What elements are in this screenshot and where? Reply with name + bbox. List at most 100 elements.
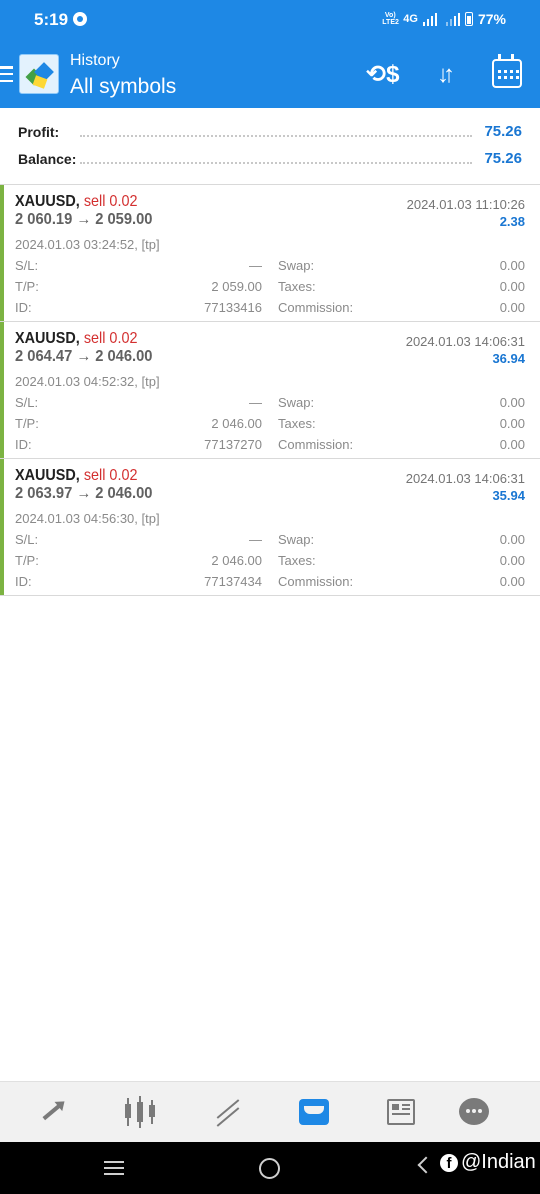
taxes-value: 0.00 bbox=[499, 553, 525, 568]
system-nav-bar: f @Indian bbox=[0, 1142, 540, 1194]
trade-icon[interactable] bbox=[210, 1094, 246, 1130]
deal-open-time: 2024.01.03 04:56:30, [tp] bbox=[15, 511, 160, 526]
swap-value: 0.00 bbox=[499, 395, 525, 410]
id-label: ID: bbox=[15, 437, 32, 452]
id-value: 77137270 bbox=[204, 437, 262, 452]
deal-profit: 2.38 bbox=[499, 214, 525, 229]
dotted-leader bbox=[80, 162, 472, 164]
id-label: ID: bbox=[15, 300, 32, 315]
chart-icon[interactable] bbox=[122, 1094, 158, 1130]
facebook-icon: f bbox=[440, 1153, 458, 1172]
sl-value: — bbox=[249, 532, 262, 547]
history-icon[interactable] bbox=[296, 1094, 332, 1130]
deal-profit: 35.94 bbox=[492, 488, 525, 503]
balance-row: Balance: 75.26 bbox=[0, 147, 540, 171]
battery-percent: 77% bbox=[477, 11, 506, 27]
chrome-icon bbox=[73, 12, 87, 26]
commission-value: 0.00 bbox=[499, 437, 525, 452]
deal-marker bbox=[0, 322, 4, 458]
deal-symbol: XAUUSD, bbox=[15, 193, 80, 210]
deal-open-time: 2024.01.03 04:52:32, [tp] bbox=[15, 374, 160, 389]
swap-value: 0.00 bbox=[499, 532, 525, 547]
currency-exchange-icon[interactable]: ⟲$ bbox=[366, 60, 399, 90]
deal-prices: 2 063.97 → 2 046.00 bbox=[15, 485, 153, 502]
deal-open-time: 2024.01.03 03:24:52, [tp] bbox=[15, 237, 160, 252]
deal-profit: 36.94 bbox=[492, 351, 525, 366]
commission-value: 0.00 bbox=[499, 574, 525, 589]
taxes-value: 0.00 bbox=[499, 279, 525, 294]
sl-value: — bbox=[249, 395, 262, 410]
volte-label: Vo) LTE2 bbox=[382, 12, 399, 26]
id-value: 77137434 bbox=[204, 574, 262, 589]
taxes-label: Taxes: bbox=[278, 279, 316, 294]
sl-label: S/L: bbox=[15, 395, 39, 410]
news-icon[interactable] bbox=[383, 1094, 419, 1130]
status-bar: 5:19 Vo) LTE2 4G 77% bbox=[0, 0, 540, 40]
deal-symbol-line: XAUUSD, sell 0.02 bbox=[15, 330, 137, 348]
deal-side: sell 0.02 bbox=[83, 193, 138, 210]
dotted-leader bbox=[80, 135, 472, 137]
watermark-text: @Indian bbox=[461, 1151, 536, 1173]
back-icon[interactable] bbox=[417, 1156, 435, 1174]
network-type: 4G bbox=[403, 13, 418, 25]
swap-label: Swap: bbox=[278, 395, 315, 410]
page-title[interactable]: All symbols bbox=[70, 75, 176, 99]
battery-icon bbox=[464, 12, 473, 26]
deal-prices: 2 060.19 → 2 059.00 bbox=[15, 211, 153, 228]
deal-close-time: 2024.01.03 14:06:31 bbox=[405, 334, 525, 349]
app-logo bbox=[19, 54, 59, 94]
sl-label: S/L: bbox=[15, 532, 39, 547]
deal-symbol: XAUUSD, bbox=[15, 467, 80, 484]
status-time: 5:19 bbox=[34, 10, 69, 29]
deal-item[interactable]: XAUUSD, sell 0.02 2 063.97 → 2 046.00 2024… bbox=[0, 459, 540, 596]
deal-symbol-line: XAUUSD, sell 0.02 bbox=[15, 193, 137, 211]
deal-symbol-line: XAUUSD, sell 0.02 bbox=[15, 467, 137, 485]
tp-value: 2 059.00 bbox=[211, 279, 262, 294]
deal-prices: 2 064.47 → 2 046.00 bbox=[15, 348, 153, 365]
sl-label: S/L: bbox=[15, 258, 39, 273]
chat-icon[interactable] bbox=[456, 1094, 492, 1130]
signal-icon bbox=[422, 12, 437, 26]
swap-label: Swap: bbox=[278, 532, 315, 547]
watermark: f @Indian bbox=[440, 1151, 536, 1174]
taxes-value: 0.00 bbox=[499, 416, 525, 431]
deal-marker bbox=[0, 185, 4, 321]
commission-value: 0.00 bbox=[499, 300, 525, 315]
deal-marker bbox=[0, 459, 4, 595]
app-bar: History All symbols ⟲$ ↓↑ bbox=[0, 40, 540, 108]
quotes-icon[interactable] bbox=[35, 1094, 71, 1130]
sl-value: — bbox=[249, 258, 262, 273]
swap-label: Swap: bbox=[278, 258, 315, 273]
id-value: 77133416 bbox=[204, 300, 262, 315]
calendar-icon[interactable] bbox=[492, 54, 522, 88]
sort-icon[interactable]: ↓↑ bbox=[428, 60, 458, 90]
commission-label: Commission: bbox=[278, 300, 354, 315]
home-icon[interactable] bbox=[259, 1158, 280, 1179]
profit-value: 75.26 bbox=[484, 123, 522, 140]
recents-icon[interactable] bbox=[104, 1161, 124, 1175]
balance-value: 75.26 bbox=[484, 150, 522, 167]
divider bbox=[0, 595, 540, 596]
tp-value: 2 046.00 bbox=[211, 416, 262, 431]
balance-label: Balance: bbox=[18, 151, 77, 167]
deal-side: sell 0.02 bbox=[83, 330, 138, 347]
bottom-nav bbox=[0, 1081, 540, 1142]
signal-icon-2 bbox=[445, 12, 460, 26]
taxes-label: Taxes: bbox=[278, 553, 316, 568]
deal-symbol: XAUUSD, bbox=[15, 330, 80, 347]
profit-label: Profit: bbox=[18, 124, 60, 140]
deal-item[interactable]: XAUUSD, sell 0.02 2 064.47 → 2 046.00 2024… bbox=[0, 322, 540, 459]
status-indicators: Vo) LTE2 4G 77% bbox=[382, 11, 506, 27]
deal-close-time: 2024.01.03 11:10:26 bbox=[406, 197, 525, 212]
commission-label: Commission: bbox=[278, 437, 354, 452]
swap-value: 0.00 bbox=[499, 258, 525, 273]
page-subtitle: History bbox=[70, 52, 120, 69]
profit-row: Profit: 75.26 bbox=[0, 120, 540, 144]
taxes-label: Taxes: bbox=[278, 416, 316, 431]
deal-side: sell 0.02 bbox=[83, 467, 138, 484]
menu-icon[interactable] bbox=[0, 66, 13, 82]
deal-item[interactable]: XAUUSD, sell 0.02 2 060.19 → 2 059.00 2024… bbox=[0, 185, 540, 322]
tp-label: T/P: bbox=[15, 279, 39, 294]
commission-label: Commission: bbox=[278, 574, 354, 589]
tp-value: 2 046.00 bbox=[211, 553, 262, 568]
